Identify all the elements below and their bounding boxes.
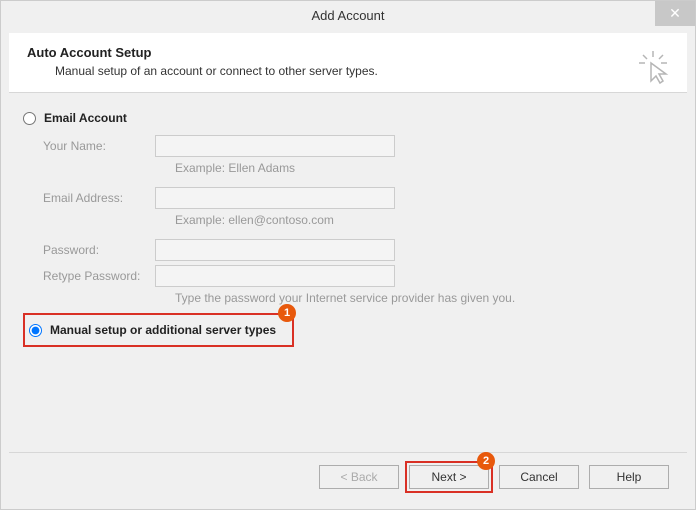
radio-email-account-row[interactable]: Email Account <box>23 111 673 125</box>
footer-buttons: < Back 2 Next > Cancel Help <box>9 452 687 501</box>
cancel-button[interactable]: Cancel <box>499 465 579 489</box>
highlight-manual-setup: 1 Manual setup or additional server type… <box>23 313 294 347</box>
email-hint: Example: ellen@contoso.com <box>175 213 673 227</box>
password-label: Password: <box>43 243 155 257</box>
back-button: < Back <box>319 465 399 489</box>
radio-manual-setup-label: Manual setup or additional server types <box>50 323 276 337</box>
titlebar-title: Add Account <box>312 8 385 23</box>
radio-email-account[interactable] <box>23 112 36 125</box>
your-name-input <box>155 135 395 157</box>
content-area: Email Account Your Name: Example: Ellen … <box>1 93 695 452</box>
next-button[interactable]: Next > <box>409 465 489 489</box>
cursor-sparkle-icon <box>637 49 671 88</box>
radio-email-account-label: Email Account <box>44 111 127 125</box>
header-panel: Auto Account Setup Manual setup of an ac… <box>9 33 687 93</box>
radio-manual-setup-row[interactable]: Manual setup or additional server types <box>29 323 276 337</box>
email-account-form: Your Name: Example: Ellen Adams Email Ad… <box>43 135 673 305</box>
add-account-dialog: Add Account ✕ Auto Account Setup Manual … <box>0 0 696 510</box>
header-title: Auto Account Setup <box>27 45 669 60</box>
your-name-label: Your Name: <box>43 139 155 153</box>
email-input <box>155 187 395 209</box>
your-name-hint: Example: Ellen Adams <box>175 161 673 175</box>
email-label: Email Address: <box>43 191 155 205</box>
titlebar: Add Account ✕ <box>1 1 695 29</box>
retype-label: Retype Password: <box>43 269 155 283</box>
annotation-2: 2 <box>477 452 495 470</box>
highlight-next: 2 Next > <box>409 465 489 489</box>
radio-manual-setup[interactable] <box>29 324 42 337</box>
retype-password-input <box>155 265 395 287</box>
header-subtitle: Manual setup of an account or connect to… <box>55 64 669 78</box>
password-hint: Type the password your Internet service … <box>175 291 673 305</box>
close-button[interactable]: ✕ <box>655 1 695 26</box>
annotation-1: 1 <box>278 304 296 322</box>
password-input <box>155 239 395 261</box>
help-button[interactable]: Help <box>589 465 669 489</box>
close-icon: ✕ <box>669 5 681 22</box>
